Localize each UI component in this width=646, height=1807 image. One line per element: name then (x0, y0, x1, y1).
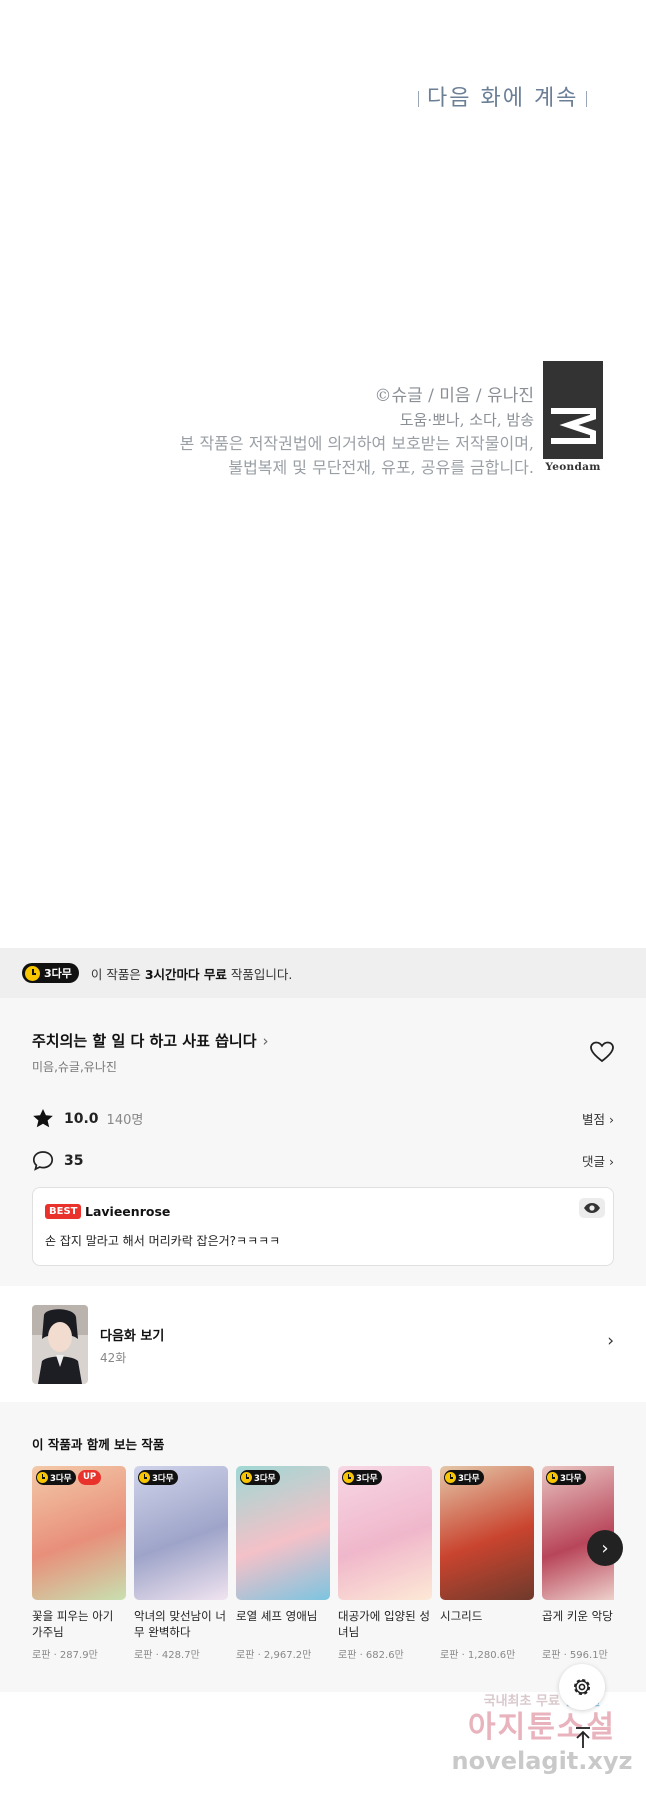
next-episode-thumbnail (32, 1305, 88, 1384)
recommendation-title: 로열 셰프 영애님 (236, 1609, 318, 1623)
3dam-badge: 3다무 (342, 1470, 382, 1485)
next-episode-label: 다음화 보기 (100, 1329, 165, 1344)
best-comment-card[interactable]: BEST Lavieenrose 손 잡지 말라고 해서 머리카락 잡은거?ㅋㅋ… (32, 1187, 614, 1266)
clock-icon (37, 1472, 48, 1483)
recommendation-card[interactable]: 3다무 UP 꽃을 피우는 아기 가주님로판 · 287.9만 (32, 1466, 126, 1661)
recommendation-card[interactable]: 3다무악녀의 맞선남이 너무 완벽하다로판 · 428.7만 (134, 1466, 228, 1661)
rating-link[interactable]: 별점 › (582, 1109, 614, 1128)
free-every-3h-banner: 3다무 이 작품은 3시간마다 무료 작품입니다. (0, 948, 646, 998)
scroll-to-top-button[interactable] (565, 1720, 601, 1756)
recommendation-cover: 3다무 (338, 1466, 432, 1600)
recommendation-meta: 로판 · 1,280.6만 (440, 1650, 516, 1661)
favorite-heart-button[interactable] (589, 1040, 615, 1064)
recommendation-title: 꽃을 피우는 아기 가주님 (32, 1609, 114, 1639)
best-comment-user: Lavieenrose (85, 1204, 171, 1219)
recommendation-title: 시그리드 (440, 1609, 483, 1623)
work-authors: 미음,슈글,유나진 (32, 1060, 117, 1074)
recommendation-cover: 3다무 (236, 1466, 330, 1600)
3dam-badge: 3다무 (444, 1470, 484, 1485)
publisher-name: Yeondam (545, 461, 601, 473)
spoiler-toggle-button[interactable] (579, 1198, 605, 1218)
credit-assistants: 도움·뽀나, 소다, 밤송 (399, 411, 534, 429)
comment-row: 35 댓글 › (32, 1150, 614, 1171)
clock-icon (547, 1472, 558, 1483)
recommendation-title: 대공가에 입양된 성녀님 (338, 1609, 430, 1639)
recommendation-card[interactable]: 3다무로열 셰프 영애님로판 · 2,967.2만 (236, 1466, 330, 1661)
recommendation-meta: 로판 · 682.6만 (338, 1650, 404, 1661)
recommendation-heading: 이 작품과 함께 보는 작품 (32, 1437, 165, 1452)
chevron-right-icon: › (607, 1331, 614, 1351)
3dam-badge: 3다무 (36, 1470, 76, 1485)
next-episode-row[interactable]: 다음화 보기 42화 › (0, 1286, 646, 1402)
clock-icon (343, 1472, 354, 1483)
comment-link[interactable]: 댓글 › (582, 1151, 614, 1170)
3dam-badge: 3다무 (240, 1470, 280, 1485)
chevron-right-icon: › (609, 1112, 614, 1127)
recommendation-section: 이 작품과 함께 보는 작품 3다무 UP 꽃을 피우는 아기 가주님 로판 · 28… (0, 1402, 646, 1692)
clock-icon (241, 1472, 252, 1483)
heart-icon (590, 1041, 614, 1063)
rating-count: 140명 (106, 1113, 144, 1128)
publisher-logo: Yeondam (543, 361, 603, 473)
recommendation-title: 곱게 키운 악당 (542, 1609, 613, 1623)
recommendation-meta: 로판 · 2,967.2만 (236, 1650, 312, 1661)
3dam-badge: 3다무 (546, 1470, 586, 1485)
rating-row: 10.0 140명 별점 › (32, 1108, 614, 1129)
3dam-badge: 3다무 (22, 963, 79, 983)
credit-authors: ©슈글 / 미음 / 유나진 (374, 386, 534, 406)
recommendation-cover: 3다무 UP (32, 1466, 126, 1600)
recommendation-title: 악녀의 맞선남이 너무 완벽하다 (134, 1609, 226, 1639)
comic-end-panel: 다음 화에 계속 ©슈글 / 미음 / 유나진 도움·뽀나, 소다, 밤송 본 … (0, 0, 646, 948)
to-be-continued-text: 다음 화에 계속 (410, 80, 595, 112)
recommendation-cover: 3다무 (440, 1466, 534, 1600)
arrow-up-icon (576, 1727, 590, 1748)
work-title: 주치의는 할 일 다 하고 사표 씁니다 (32, 1032, 257, 1050)
chevron-right-icon: › (601, 1537, 609, 1559)
clock-icon (25, 965, 40, 981)
site-watermark: 국내최초 무료 웹소설 아지툰소설 novelagit.xyz (451, 1694, 633, 1775)
rating-score: 10.0 (64, 1110, 99, 1127)
recommendation-card[interactable]: 3다무대공가에 입양된 성녀님로판 · 682.6만 (338, 1466, 432, 1661)
chevron-right-icon: › (262, 1031, 269, 1050)
chevron-right-icon: › (609, 1154, 614, 1169)
clock-icon (445, 1472, 456, 1483)
next-episode-number: 42화 (100, 1351, 127, 1365)
viewer-settings-button[interactable] (559, 1664, 605, 1710)
work-info-section: 주치의는 할 일 다 하고 사표 씁니다 › 미음,슈글,유나진 10.0 14… (0, 998, 646, 1286)
copyright-notice-1: 본 작품은 저작권법에 의거하여 보호받는 저작물이며, (179, 434, 534, 453)
free-banner-text: 이 작품은 3시간마다 무료 작품입니다. (90, 966, 293, 982)
eye-icon (584, 1203, 600, 1213)
recommendation-cover: 3다무 (134, 1466, 228, 1600)
recommendation-card[interactable]: 3다무시그리드로판 · 1,280.6만 (440, 1466, 534, 1661)
yeondam-logo-icon (543, 361, 603, 459)
work-title-link[interactable]: 주치의는 할 일 다 하고 사표 씁니다 › (32, 1030, 269, 1051)
copyright-notice-2: 불법복제 및 무단전재, 유포, 공유를 금합니다. (228, 458, 534, 477)
comment-count: 35 (64, 1152, 84, 1169)
carousel-next-button[interactable]: › (587, 1530, 623, 1566)
best-badge: BEST (45, 1204, 82, 1219)
recommendation-meta: 로판 · 287.9만 (32, 1650, 98, 1661)
recommendation-meta: 로판 · 428.7만 (134, 1650, 200, 1661)
3dam-badge: 3다무 (138, 1470, 178, 1485)
gear-icon (573, 1678, 591, 1696)
star-icon (33, 1109, 53, 1128)
best-comment-text: 손 잡지 말라고 해서 머리카락 잡은거?ㅋㅋㅋㅋ (45, 1234, 281, 1248)
recommendation-meta: 로판 · 596.1만 (542, 1650, 608, 1661)
clock-icon (139, 1472, 150, 1483)
recommendation-list[interactable]: 3다무 UP 꽃을 피우는 아기 가주님 로판 · 287.9만 3다무 악녀의 맞선남이… (32, 1466, 614, 1676)
update-badge: UP (78, 1470, 102, 1485)
copyright-credits: ©슈글 / 미음 / 유나진 도움·뽀나, 소다, 밤송 본 작품은 저작권법에… (180, 384, 534, 480)
speech-bubble-icon (32, 1151, 54, 1171)
